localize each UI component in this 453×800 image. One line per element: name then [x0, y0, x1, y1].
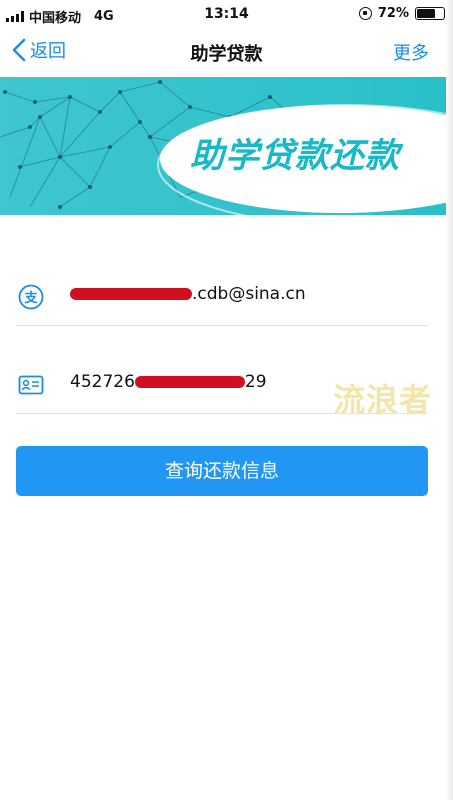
id-number-suffix: 29 — [244, 372, 267, 392]
nav-bar: 返回 助学贷款 更多 — [0, 30, 453, 74]
more-button[interactable]: 更多 — [393, 39, 429, 65]
query-repayment-button[interactable]: 查询还款信息 — [16, 446, 428, 496]
redaction-mark — [134, 376, 245, 388]
battery-percent: 72% — [377, 6, 409, 21]
battery-icon — [415, 7, 448, 20]
alipay-icon: 支 — [18, 284, 44, 310]
battery-fill — [417, 9, 435, 18]
redaction-mark — [70, 288, 192, 300]
account-field[interactable]: 支 .cdb@sina.cn — [16, 266, 428, 326]
watermark-text: 流浪者 — [333, 381, 433, 419]
svg-text:支: 支 — [23, 290, 38, 306]
page-title: 助学贷款 — [190, 44, 263, 65]
account-value: .cdb@sina.cn — [70, 284, 306, 304]
id-card-icon — [18, 375, 44, 395]
id-number-prefix: 452726 — [70, 372, 135, 392]
id-number-value: 452726 29 — [70, 372, 267, 392]
status-bar: 中国移动 4G 13:14 72% — [0, 0, 453, 30]
banner-title: 助学贷款还款 — [190, 136, 400, 176]
account-email: .cdb@sina.cn — [192, 284, 306, 304]
edge-shadow — [446, 0, 453, 800]
rotation-lock-icon — [358, 7, 372, 20]
banner: 助学贷款还款 — [0, 77, 446, 215]
status-right: 72% — [358, 6, 448, 21]
app-screen: 中国移动 4G 13:14 72% 返回 助学贷款 更多 助学贷款还款 支 .c… — [0, 0, 453, 800]
